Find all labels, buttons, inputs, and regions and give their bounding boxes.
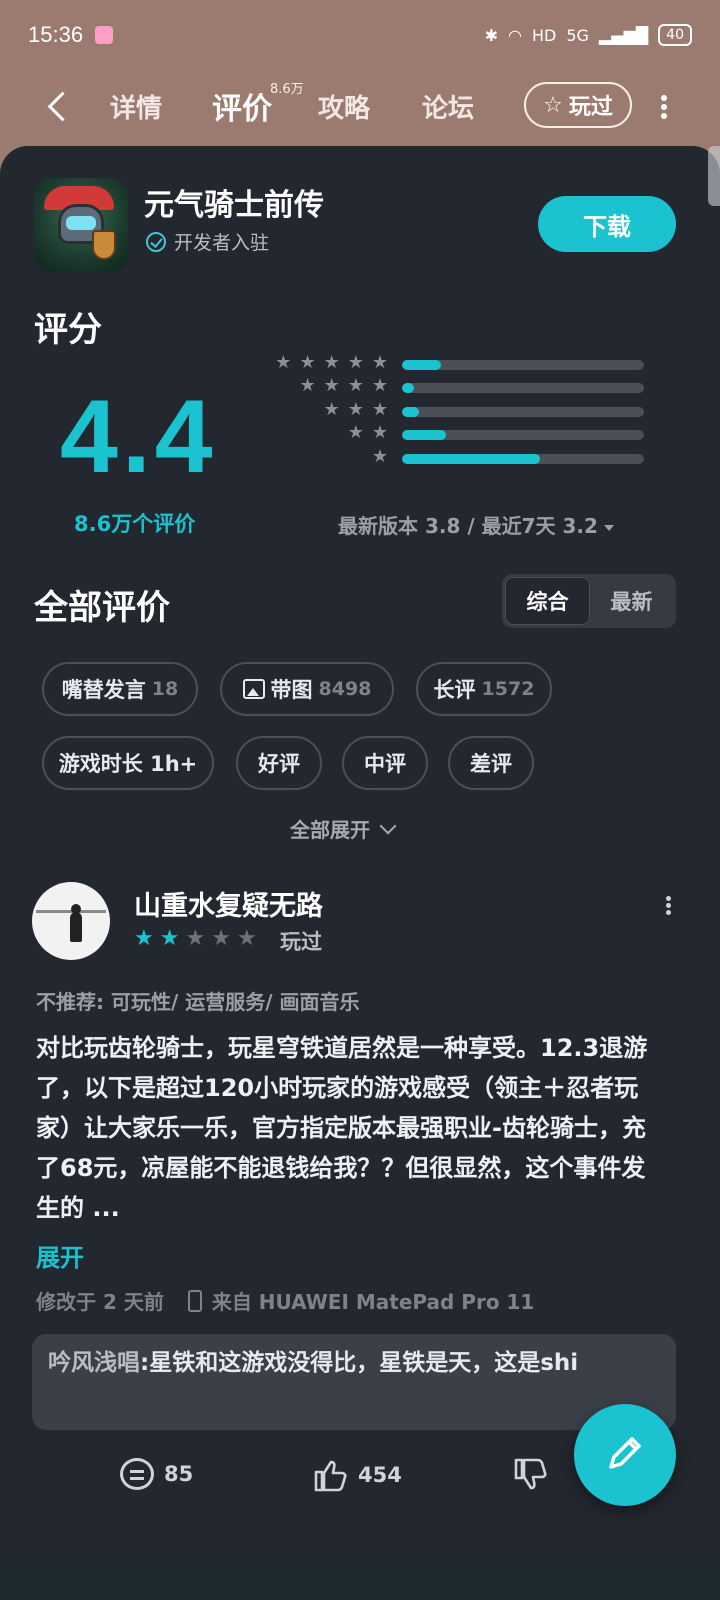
review-meta: 修改于 2 天前 来自 HUAWEI MatePad Pro 11 — [36, 1286, 534, 1315]
review-username[interactable]: 山重水复疑无路 — [134, 884, 323, 923]
dislike-button[interactable] — [512, 1458, 548, 1492]
tab-forum[interactable]: 论坛 — [422, 88, 474, 125]
tab-reviews-count: 8.6万 — [270, 82, 304, 97]
top-nav: 详情 评价 8.6万 攻略 论坛 ☆ 玩过 — [0, 70, 720, 142]
sort-option-overall[interactable]: 综合 — [505, 577, 590, 625]
review-stars: ★ ★ ★ ★ ★ — [134, 926, 257, 951]
status-time: 15:36 — [28, 22, 84, 47]
device-icon — [187, 1289, 202, 1312]
review-not-recommend: 不推荐: 可玩性/ 运营服务/ 画面音乐 — [36, 990, 360, 1014]
rating-dist-1: ★ — [250, 447, 650, 468]
developer-badge-label: 开发者入驻 — [174, 232, 270, 254]
rating-dist-3: ★ ★ ★ — [250, 400, 650, 421]
filter-chip-label: 中评 — [364, 752, 406, 776]
tab-details[interactable]: 详情 — [110, 88, 162, 125]
comment-count: 85 — [164, 1462, 194, 1486]
reply-author: 吟风浅唱 — [48, 1350, 140, 1376]
filter-chip-label: 长评 — [433, 678, 476, 702]
filter-chip-playtime[interactable]: 游戏时长 1h+ — [42, 736, 214, 790]
write-review-button[interactable] — [574, 1404, 676, 1506]
hd-label: HD — [532, 25, 557, 45]
app-notification-icon — [95, 26, 114, 44]
rating-score: 4.4 — [60, 379, 217, 495]
version-rating-label: 最新版本 3.8 / 最近7天 3.2 — [338, 514, 598, 538]
star-icon: ★ — [134, 926, 154, 951]
rating-section-title: 评分 — [34, 310, 102, 350]
chevron-down-icon — [379, 817, 397, 834]
battery-icon: 40 — [658, 24, 692, 46]
filter-chip-count: 8498 — [318, 678, 372, 700]
star-icon: ★ — [159, 926, 180, 951]
played-button-label: 玩过 — [568, 95, 613, 120]
review-more-icon[interactable] — [664, 894, 672, 920]
filter-chip-count: 18 — [151, 678, 179, 700]
filter-chip-label: 嘴替发言 — [61, 678, 146, 702]
star-icon: ★ — [185, 926, 206, 951]
review-played-tag: 玩过 — [280, 930, 322, 954]
scroll-handle[interactable] — [708, 146, 720, 206]
like-count: 454 — [358, 1463, 402, 1487]
image-icon — [242, 679, 265, 699]
wifi-icon: ◠ — [508, 25, 523, 45]
filter-chip-positive[interactable]: 好评 — [236, 736, 322, 790]
back-arrow-icon[interactable] — [44, 92, 72, 120]
star-outline-icon: ☆ — [543, 92, 563, 118]
review-text[interactable]: 对比玩齿轮骑士，玩星穹铁道居然是一种享受。12.3退游了，以下是超过120小时玩… — [36, 1028, 666, 1228]
rating-dist-2: ★ ★ — [250, 423, 650, 444]
review-expand-link[interactable]: 展开 — [36, 1238, 84, 1273]
pencil-icon — [601, 1429, 649, 1481]
reply-preview[interactable]: 吟风浅唱:星铁和这游戏没得比，星铁是天，这是shi — [32, 1334, 676, 1430]
app-title: 元气骑士前传 — [144, 188, 324, 223]
thumbs-up-icon — [312, 1458, 348, 1492]
status-bar: 15:36 ✱ ◠ HD 5G ▂▄▆█ 40 — [0, 0, 720, 70]
signal-icon: ▂▄▆█ — [598, 25, 649, 45]
filter-chip-label: 差评 — [470, 752, 512, 776]
network-label: 5G — [566, 25, 589, 45]
bottom-bar — [0, 1566, 720, 1600]
played-button[interactable]: ☆ 玩过 — [524, 82, 632, 128]
like-button[interactable]: 454 — [312, 1458, 402, 1492]
avatar[interactable] — [32, 882, 110, 960]
verified-check-icon — [146, 231, 166, 252]
status-icons: ✱ ◠ HD 5G ▂▄▆█ 40 — [485, 24, 692, 46]
filter-chip-quotes[interactable]: 嘴替发言 18 — [42, 662, 198, 716]
star-icon: ★ — [236, 926, 257, 951]
filter-chip-label: 带图 — [270, 678, 313, 702]
filter-chip-negative[interactable]: 差评 — [448, 736, 534, 790]
thumbs-down-icon — [512, 1458, 548, 1492]
sort-option-latest[interactable]: 最新 — [590, 577, 673, 625]
filter-chip-with-images[interactable]: 带图 8498 — [220, 662, 394, 716]
version-rating-dropdown[interactable]: 最新版本 3.8 / 最近7天 3.2 — [338, 510, 614, 539]
developer-badge: 开发者入驻 — [146, 228, 269, 255]
star-icon: ★ — [211, 926, 231, 951]
tab-guides[interactable]: 攻略 — [318, 88, 370, 125]
review-count: 8.6万个评价 — [74, 512, 196, 536]
filter-chip-count: 1572 — [481, 678, 535, 700]
review-device: 来自 HUAWEI MatePad Pro 11 — [211, 1290, 535, 1314]
tab-reviews[interactable]: 评价 — [212, 84, 272, 128]
caret-down-icon — [603, 524, 614, 531]
filter-chip-label: 游戏时长 1h+ — [58, 752, 198, 776]
review-modified: 修改于 2 天前 — [36, 1290, 164, 1314]
bluetooth-icon: ✱ — [484, 25, 499, 45]
rating-dist-4: ★ ★ ★ ★ — [250, 376, 650, 397]
download-button[interactable]: 下载 — [538, 196, 676, 252]
app-icon — [34, 178, 128, 272]
reviews-section-title: 全部评价 — [34, 588, 170, 628]
filter-chip-label: 好评 — [258, 752, 300, 776]
filter-chip-long-review[interactable]: 长评 1572 — [416, 662, 552, 716]
comment-button[interactable]: 85 — [120, 1458, 193, 1490]
rating-dist-5: ★ ★ ★ ★ ★ — [250, 353, 650, 374]
expand-all-filters[interactable]: 全部展开 — [290, 814, 397, 843]
more-options-icon[interactable] — [660, 92, 668, 122]
comment-icon — [120, 1458, 154, 1490]
filter-chip-neutral[interactable]: 中评 — [342, 736, 428, 790]
sort-toggle: 综合 最新 — [502, 574, 676, 628]
expand-all-label: 全部展开 — [290, 818, 370, 842]
reply-text: 星铁和这游戏没得比，星铁是天，这是shi — [149, 1350, 579, 1376]
